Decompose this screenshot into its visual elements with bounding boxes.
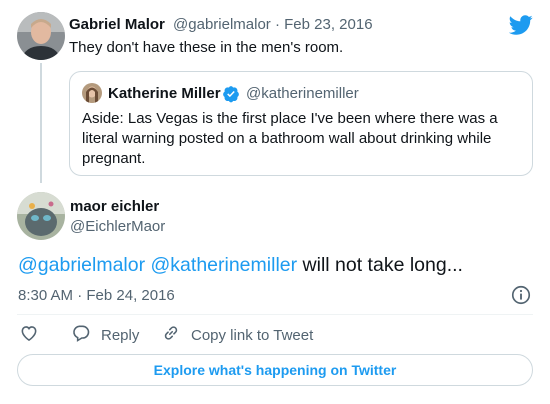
actions-divider (17, 314, 533, 315)
tweet-embed-card: Gabriel Malor @gabrielmalor · Feb 23, 20… (0, 0, 550, 404)
mention-link[interactable]: @katherinemiller (151, 254, 298, 276)
main-tweet-body: will not take long... (302, 254, 463, 276)
main-tweet-text: @gabrielmalor @katherinemiller will not … (18, 254, 463, 277)
info-icon[interactable] (510, 284, 532, 306)
quoted-author-handle: @katherinemiller (246, 85, 359, 102)
link-icon (161, 323, 181, 347)
main-author-avatar[interactable] (17, 192, 65, 240)
parent-author-handle[interactable]: @gabrielmalor (173, 16, 271, 33)
reply-label: Reply (101, 326, 140, 344)
main-author-name[interactable]: maor eichler (70, 198, 159, 215)
heart-icon (19, 323, 39, 347)
parent-author-name[interactable]: Gabriel Malor (69, 16, 165, 33)
explore-twitter-button[interactable]: Explore what's happening on Twitter (17, 354, 533, 386)
quoted-author-avatar (82, 83, 102, 103)
verified-badge-icon (222, 85, 240, 103)
parent-tweet-text: They don't have these in the men's room. (69, 39, 344, 56)
copy-link-button[interactable]: Copy link to Tweet (161, 324, 313, 346)
like-button[interactable] (19, 324, 39, 346)
quoted-tweet[interactable]: Katherine Miller @katherinemiller Aside:… (69, 71, 533, 176)
tweet-timestamp[interactable]: 8:30 AM · Feb 24, 2016 (18, 287, 175, 304)
quoted-tweet-text: Aside: Las Vegas is the first place I've… (82, 110, 498, 167)
parent-author-avatar[interactable] (17, 12, 65, 60)
main-author-handle[interactable]: @EichlerMaor (70, 218, 165, 235)
parent-tweet-header: Gabriel Malor @gabrielmalor · Feb 23, 20… (69, 16, 373, 33)
copy-link-label: Copy link to Tweet (191, 326, 314, 344)
mention-link[interactable]: @gabrielmalor (18, 254, 145, 276)
parent-tweet-date[interactable]: Feb 23, 2016 (284, 16, 372, 33)
quoted-author-name: Katherine Miller (108, 85, 221, 102)
meta-separator: · (274, 16, 280, 33)
thread-connector-line (40, 63, 42, 183)
reply-bubble-icon (71, 323, 91, 347)
twitter-bird-icon[interactable] (508, 13, 533, 37)
reply-button[interactable]: Reply (71, 324, 139, 346)
